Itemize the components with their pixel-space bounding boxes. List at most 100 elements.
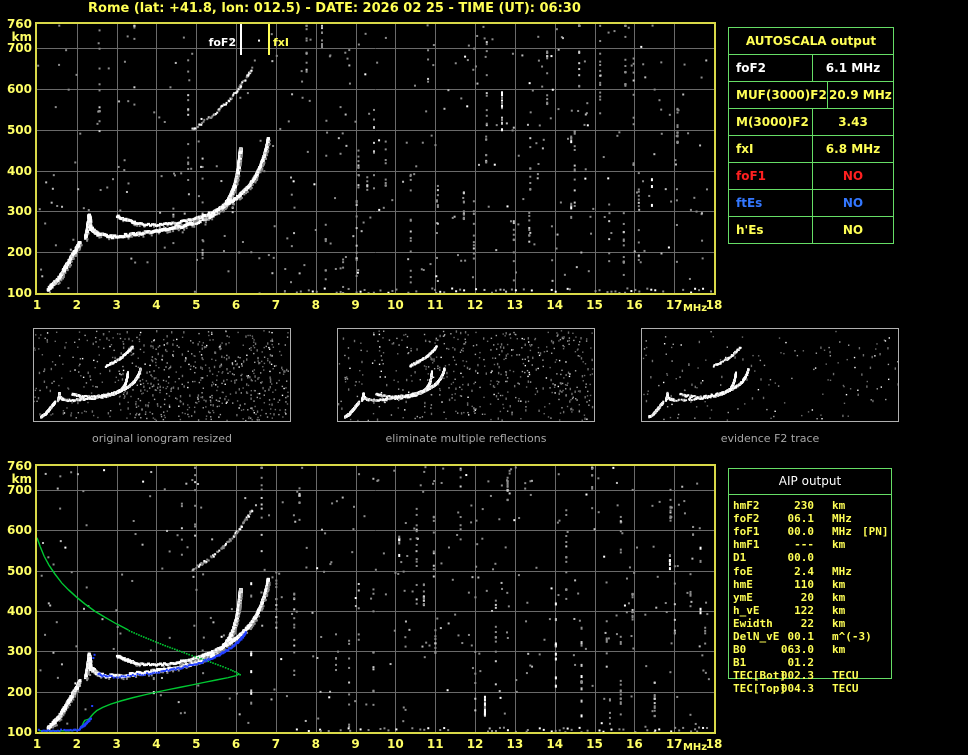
aip-param-unit: m^(-3) xyxy=(832,630,872,643)
autoscala-row-value: 3.43 xyxy=(812,109,893,135)
aip-row-Ewidth: Ewidth 22 km xyxy=(728,617,908,630)
aip-param-unit: km xyxy=(832,499,846,512)
aip-param-value: 01.2 xyxy=(787,656,815,670)
y-tick-label: 300 xyxy=(6,204,32,219)
aip-param-value: 00.0 xyxy=(787,551,815,565)
thumbnail-caption: evidence F2 trace xyxy=(720,432,820,445)
y-axis-unit-km: km xyxy=(11,30,32,45)
aip-param-name: DelN_vE xyxy=(733,630,780,643)
autoscala-row-foF2: foF2 6.1 MHz xyxy=(729,54,893,81)
x-tick-label: 11 xyxy=(426,298,444,312)
aip-param-unit: km xyxy=(832,643,846,657)
y-tick-label: 300 xyxy=(6,644,32,659)
x-tick-label: 15 xyxy=(586,737,603,751)
autoscala-row-foF1: foF1 NO xyxy=(729,162,893,189)
x-tick-label: 9 xyxy=(351,298,360,312)
aip-param-name: B1 xyxy=(733,656,747,670)
aip-row-ymE: ymE 20 km xyxy=(728,591,908,604)
autoscala-table-title: AUTOSCALA output xyxy=(745,34,877,48)
aip-row-hmE: hmE 110 km xyxy=(728,578,908,591)
thumbnail-1 xyxy=(33,328,291,422)
aip-output-table: AIP output hmF2 230 km foF2 06.1 MHz foF1 00.0 M… xyxy=(728,468,908,708)
x-tick-label: 6 xyxy=(231,737,241,751)
thumbnail-caption: eliminate multiple reflections xyxy=(385,432,547,445)
aip-row-h_vE: h_vE 122 km xyxy=(728,604,908,617)
aip-param-unit: km xyxy=(832,616,846,630)
x-tick-label: 16 xyxy=(625,737,643,751)
x-tick-label: 8 xyxy=(311,737,320,751)
aip-param-value: 06.1 xyxy=(787,512,815,526)
aip-param-name: B0 xyxy=(733,643,747,657)
aip-row-hmF2: hmF2 230 km xyxy=(728,499,908,512)
x-tick-label: 14 xyxy=(546,298,564,312)
aip-param-extra: [PN] xyxy=(862,525,889,539)
autoscala-row-value: NO xyxy=(812,190,893,216)
aip-row-DelN_vE: DelN_vE 00.1 m^(-3) xyxy=(728,630,908,643)
autoscala-row-label: M(3000)F2 xyxy=(736,115,809,129)
autoscala-app-window: Rome (lat: +41.8, lon: 012.5) - DATE: 20… xyxy=(0,0,968,755)
autoscala-row-MUF(3000)F2: MUF(3000)F2 20.9 MHz xyxy=(729,81,893,108)
aip-param-name: hmF1 xyxy=(733,538,760,552)
autoscala-output-table: AUTOSCALA output foF2 6.1 MHz MUF(3000)F2 2… xyxy=(728,27,894,244)
bottom-ionogram-plot-with-profile xyxy=(35,464,716,734)
aip-param-value: 00.1 xyxy=(787,630,815,643)
aip-param-unit: TECU xyxy=(832,682,859,696)
x-tick-label: 10 xyxy=(387,298,404,312)
x-tick-label: 12 xyxy=(466,298,484,312)
marker-label-foF2: foF2 xyxy=(208,36,237,49)
y-tick-label: 200 xyxy=(6,684,32,699)
thumbnail-caption: original ionogram resized xyxy=(92,432,232,445)
aip-param-unit: TECU xyxy=(832,669,859,683)
aip-param-unit: km xyxy=(832,603,846,617)
y-tick-label: 400 xyxy=(6,604,32,619)
aip-param-unit: km xyxy=(832,590,846,604)
x-tick-label: 5 xyxy=(192,737,201,751)
aip-row-foF2: foF2 06.1 MHz xyxy=(728,512,908,525)
x-tick-label: 10 xyxy=(387,737,404,751)
aip-param-value: 002.3 xyxy=(780,669,814,683)
x-tick-label: 7 xyxy=(271,737,281,751)
aip-param-value: 00.0 xyxy=(787,525,815,539)
y-tick-label: 600 xyxy=(6,82,32,97)
x-axis-unit-mhz: MHz xyxy=(682,742,708,753)
aip-row-B0: B0 063.0 km xyxy=(728,643,908,656)
x-tick-label: 7 xyxy=(271,298,281,312)
x-tick-label: 11 xyxy=(426,737,444,751)
x-tick-label: 16 xyxy=(625,298,643,312)
x-tick-label: 13 xyxy=(506,737,524,751)
aip-row-D1: D1 00.0 xyxy=(728,551,908,564)
aip-table-title: AIP output xyxy=(778,474,842,488)
autoscala-row-label: foF1 xyxy=(736,169,767,183)
x-tick-label: 13 xyxy=(506,298,524,312)
autoscala-row-value: NO xyxy=(812,217,893,243)
x-tick-label: 1 xyxy=(32,737,42,751)
autoscala-row-value: 6.1 MHz xyxy=(812,55,893,81)
x-axis-unit-mhz: MHz xyxy=(682,303,708,314)
aip-param-value: 122 xyxy=(794,603,814,617)
x-tick-label: 2 xyxy=(72,737,81,751)
aip-table-separator xyxy=(728,494,891,495)
x-tick-label: 6 xyxy=(231,298,241,312)
aip-param-value: 230 xyxy=(794,499,814,512)
autoscala-row-value: NO xyxy=(812,163,893,189)
x-tick-label: 4 xyxy=(152,737,161,751)
y-tick-label: 400 xyxy=(6,163,32,178)
x-tick-label: 15 xyxy=(586,298,603,312)
aip-param-value: 20 xyxy=(800,590,814,604)
aip-row-TEC[Bot]: TEC[Bot] 002.3 TECU xyxy=(728,669,908,682)
aip-param-value: 2.4 xyxy=(794,564,814,578)
y-tick-label: 200 xyxy=(6,245,32,260)
autoscala-row-label: h'Es xyxy=(736,223,764,237)
aip-param-unit: MHz xyxy=(832,512,852,526)
x-tick-label: 3 xyxy=(112,298,121,312)
x-tick-label: 5 xyxy=(192,298,201,312)
x-tick-label: 2 xyxy=(72,298,81,312)
aip-param-name: hmE xyxy=(733,577,753,591)
autoscala-row-h'Es: h'Es NO xyxy=(729,216,893,243)
aip-row-B1: B1 01.2 xyxy=(728,656,908,669)
aip-param-name: foE xyxy=(733,564,753,578)
x-tick-label: 14 xyxy=(546,737,564,751)
aip-param-value: 063.0 xyxy=(780,643,814,657)
x-tick-label: 8 xyxy=(311,298,320,312)
autoscala-row-label: fxI xyxy=(736,142,754,156)
